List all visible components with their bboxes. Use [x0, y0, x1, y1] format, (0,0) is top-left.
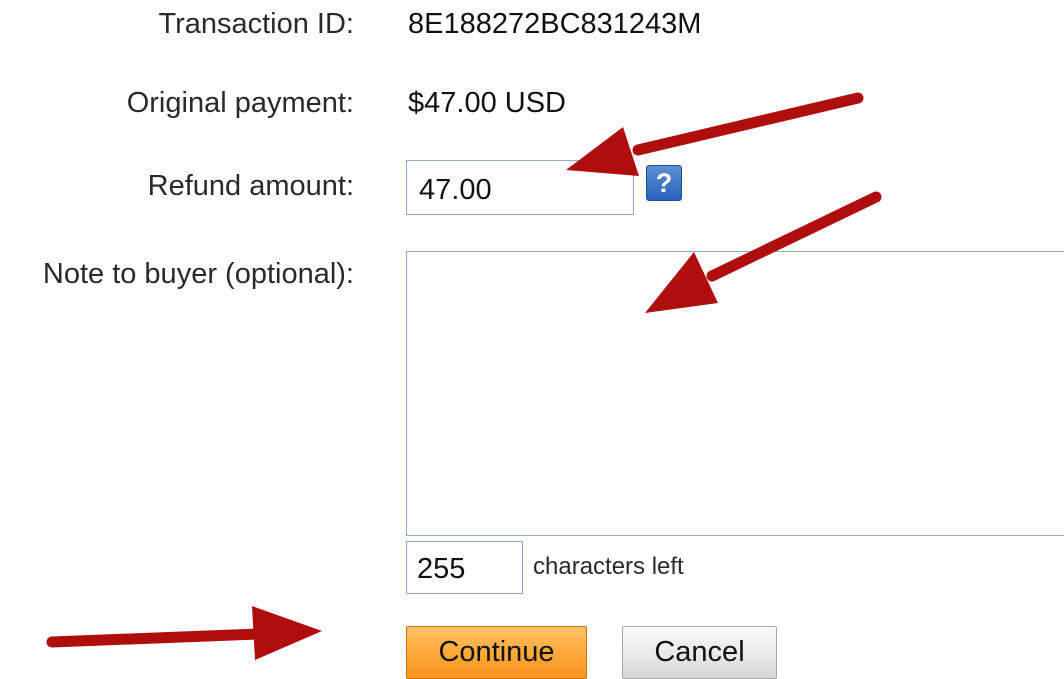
arrow-icon: [46, 606, 322, 660]
characters-left-counter: [406, 541, 523, 594]
original-payment-label: Original payment:: [126, 87, 354, 119]
cancel-button[interactable]: Cancel: [622, 626, 777, 679]
question-mark-icon[interactable]: ?: [646, 165, 682, 201]
continue-button[interactable]: Continue: [406, 626, 587, 679]
characters-left-label: characters left: [533, 553, 684, 580]
original-payment-value: $47.00 USD: [408, 87, 566, 119]
transaction-id-label: Transaction ID:: [158, 8, 354, 40]
transaction-id-value: 8E188272BC831243M: [408, 8, 702, 40]
refund-amount-label: Refund amount:: [147, 170, 354, 202]
note-to-buyer-textarea[interactable]: [406, 251, 1064, 536]
note-to-buyer-label: Note to buyer (optional):: [42, 258, 354, 290]
refund-amount-input[interactable]: [406, 160, 634, 215]
